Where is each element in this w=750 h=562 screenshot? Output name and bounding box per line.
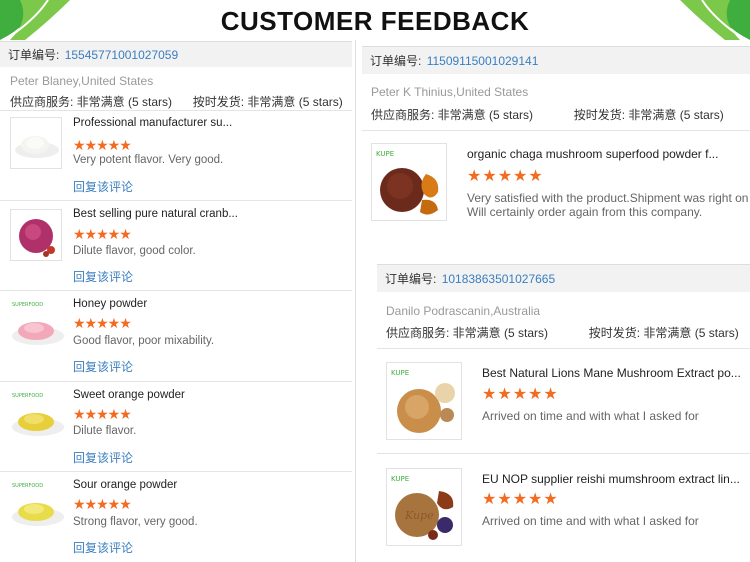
svg-text:SUPERFOOD: SUPERFOOD xyxy=(12,393,43,399)
shipping-rating: (5 stars) xyxy=(298,95,343,109)
review-comment-line-1: Very satisfied with the product.Shipment… xyxy=(467,191,750,205)
shipping-rating: (5 stars) xyxy=(679,108,724,122)
svg-text:SUPERFOOD: SUPERFOOD xyxy=(12,302,43,308)
list-item: KUPE organic chaga mushroom superfood po… xyxy=(362,130,750,240)
list-item: Best selling pure natural cranb... ★★★★★… xyxy=(0,200,352,290)
service-ratings: 供应商服务: 非常满意 (5 stars) 按时发货: 非常满意 (5 star… xyxy=(10,93,343,110)
service-ratings: 供应商服务: 非常满意 (5 stars) 按时发货: 非常满意 (5 star… xyxy=(386,324,739,341)
right-bottom-feedback-panel: 订单编号: 10183863501027665 Danilo Podrascan… xyxy=(377,262,750,562)
order-number-link[interactable]: 11509115001029141 xyxy=(427,54,539,68)
svg-text:KUPE: KUPE xyxy=(391,475,409,483)
list-item: SUPERFOOD Sour orange powder ★★★★★ Stron… xyxy=(0,471,352,562)
rating-stars: ★★★★★ xyxy=(73,137,132,153)
reply-link[interactable]: 回复该评论 xyxy=(73,358,133,375)
review-comment: Arrived on time and with what I asked fo… xyxy=(482,514,699,528)
supplier-service-label: 供应商服务: 非常满意 xyxy=(371,108,486,122)
order-label: 订单编号: xyxy=(385,272,437,286)
order-bar: 订单编号: 15545771001027059 xyxy=(0,41,352,67)
list-item: SUPERFOOD Sweet orange powder ★★★★★ Dilu… xyxy=(0,381,352,471)
shipping-label: 按时发货: 非常满意 xyxy=(588,326,692,340)
rating-stars: ★★★★★ xyxy=(73,226,132,242)
supplier-service-rating: (5 stars) xyxy=(489,108,534,122)
rating-stars: ★★★★★ xyxy=(482,491,559,508)
product-name[interactable]: organic chaga mushroom superfood powder … xyxy=(467,147,747,161)
order-bar: 订单编号: 11509115001029141 xyxy=(362,46,750,74)
customer-name: Peter Blaney,United States xyxy=(10,74,154,88)
order-label: 订单编号: xyxy=(8,48,60,62)
product-thumbnail xyxy=(10,117,62,169)
product-thumbnail xyxy=(10,209,62,261)
review-comment: Arrived on time and with what I asked fo… xyxy=(482,409,699,423)
review-comment: Very potent flavor. Very good. xyxy=(73,154,224,166)
reply-link[interactable]: 回复该评论 xyxy=(73,178,133,195)
product-thumbnail: KUPE xyxy=(371,143,447,221)
svg-text:Kupe: Kupe xyxy=(404,509,434,522)
product-thumbnail: SUPERFOOD xyxy=(10,298,66,354)
product-thumbnail: SUPERFOOD xyxy=(10,479,66,535)
list-item: KUPE Best Natural Lions Mane Mushroom Ex… xyxy=(377,348,750,453)
customer-name: Peter K Thinius,United States xyxy=(371,85,529,99)
product-name[interactable]: Best Natural Lions Mane Mushroom Extract… xyxy=(482,366,747,380)
reply-link[interactable]: 回复该评论 xyxy=(73,449,133,466)
order-number-link[interactable]: 10183863501027665 xyxy=(442,272,555,286)
page-title: CUSTOMER FEEDBACK xyxy=(220,6,530,36)
right-top-feedback-panel: 订单编号: 11509115001029141 Peter K Thinius,… xyxy=(362,40,750,240)
product-name[interactable]: EU NOP supplier reishi mumshroom extract… xyxy=(482,472,747,486)
svg-text:KUPE: KUPE xyxy=(376,150,394,158)
supplier-service-rating: (5 stars) xyxy=(504,326,549,340)
supplier-service-rating: (5 stars) xyxy=(128,95,173,109)
supplier-service-label: 供应商服务: 非常满意 xyxy=(386,326,501,340)
svg-text:SUPERFOOD: SUPERFOOD xyxy=(12,483,43,489)
list-item: SUPERFOOD Honey powder ★★★★★ Good flavor… xyxy=(0,290,352,381)
list-item: KUPE Kupe EU NOP supplier reishi mumshroo… xyxy=(377,453,750,562)
supplier-service-label: 供应商服务: 非常满意 xyxy=(10,95,125,109)
leaf-decoration-right xyxy=(680,0,750,40)
reply-link[interactable]: 回复该评论 xyxy=(73,268,133,285)
product-name[interactable]: Best selling pure natural cranb... xyxy=(73,208,245,220)
reply-link[interactable]: 回复该评论 xyxy=(73,539,133,556)
list-item: Professional manufacturer su... ★★★★★ Ve… xyxy=(0,110,352,200)
review-comment: Dilute flavor, good color. xyxy=(73,245,196,257)
shipping-label: 按时发货: 非常满意 xyxy=(192,95,296,109)
review-comment: Dilute flavor. xyxy=(73,425,137,437)
product-name[interactable]: Professional manufacturer su... xyxy=(73,117,245,129)
rating-stars: ★★★★★ xyxy=(482,386,559,403)
order-label: 订单编号: xyxy=(370,54,422,68)
shipping-rating: (5 stars) xyxy=(694,326,739,340)
review-comment: Good flavor, poor mixability. xyxy=(73,335,215,347)
review-comment: Strong flavor, very good. xyxy=(73,516,198,528)
shipping-label: 按时发货: 非常满意 xyxy=(573,108,677,122)
product-name[interactable]: Sweet orange powder xyxy=(73,389,245,401)
product-name[interactable]: Honey powder xyxy=(73,298,245,310)
review-comment-line-2: Will certainly order again from this com… xyxy=(467,205,703,219)
customer-name: Danilo Podrascanin,Australia xyxy=(386,304,541,318)
left-feedback-panel: 订单编号: 15545771001027059 Peter Blaney,Uni… xyxy=(0,40,352,562)
rating-stars: ★★★★★ xyxy=(73,406,132,422)
product-thumbnail: KUPE Kupe xyxy=(386,468,462,546)
rating-stars: ★★★★★ xyxy=(73,315,132,331)
service-ratings: 供应商服务: 非常满意 (5 stars) 按时发货: 非常满意 (5 star… xyxy=(371,106,724,123)
panel-divider xyxy=(355,40,356,562)
rating-stars: ★★★★★ xyxy=(73,496,132,512)
product-thumbnail: SUPERFOOD xyxy=(10,389,66,445)
header-banner: CUSTOMER FEEDBACK xyxy=(0,0,750,40)
order-bar: 订单编号: 10183863501027665 xyxy=(377,264,750,292)
order-number-link[interactable]: 15545771001027059 xyxy=(65,48,178,62)
product-thumbnail: KUPE xyxy=(386,362,462,440)
rating-stars: ★★★★★ xyxy=(467,168,544,185)
svg-text:KUPE: KUPE xyxy=(391,369,409,377)
product-name[interactable]: Sour orange powder xyxy=(73,479,245,491)
